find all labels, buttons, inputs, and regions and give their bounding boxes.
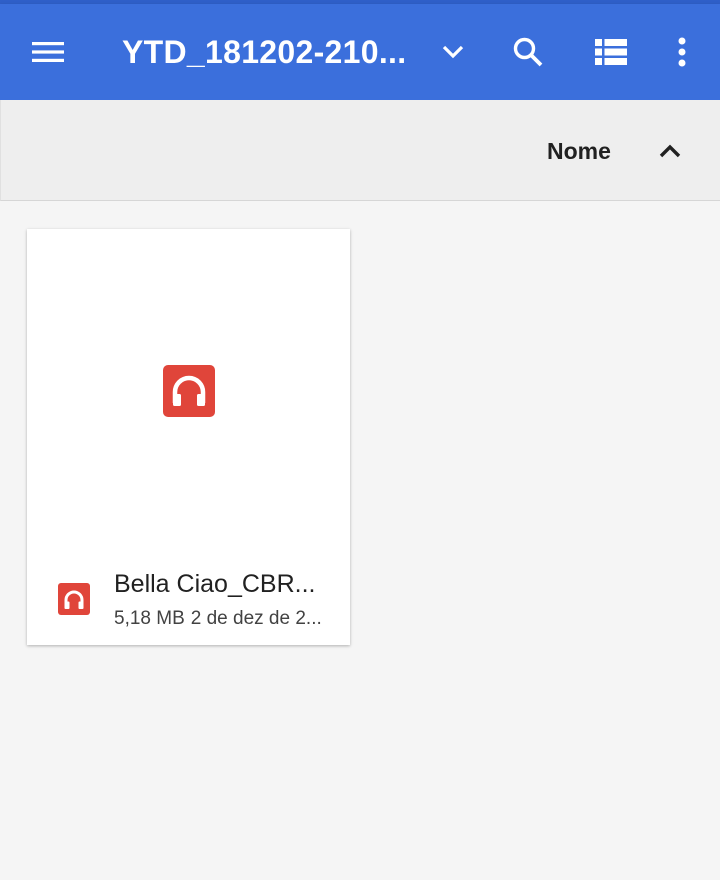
file-name: Bella Ciao_CBR... (114, 570, 316, 598)
folder-dropdown-button[interactable] (421, 4, 485, 100)
audio-headphones-icon (163, 365, 215, 417)
search-button[interactable] (496, 4, 560, 100)
audio-file-type-icon (58, 583, 90, 615)
sort-direction-button[interactable] (649, 130, 691, 172)
menu-button[interactable] (16, 4, 80, 100)
more-vert-icon (678, 37, 686, 67)
file-date: 2 de dez de 2... (190, 608, 322, 629)
file-thumbnail (27, 229, 350, 554)
folder-title[interactable]: YTD_181202-210... (122, 4, 422, 100)
list-view-icon (595, 39, 627, 65)
sort-by-name-button[interactable]: Nome (547, 100, 611, 201)
menu-icon (32, 42, 64, 62)
file-card[interactable]: Bella Ciao_CBR... 5,18 MB 2 de dez de 2..… (27, 229, 350, 645)
sort-bar: Nome (0, 100, 720, 201)
app-bar: YTD_181202-210... (0, 4, 720, 100)
file-size: 5,18 MB (114, 608, 185, 629)
chevron-up-icon (659, 144, 681, 158)
search-icon (513, 37, 543, 67)
more-options-button[interactable] (650, 4, 714, 100)
chevron-down-icon (442, 45, 464, 59)
list-view-button[interactable] (579, 4, 643, 100)
file-meta: 5,18 MB 2 de dez de 2... (114, 608, 340, 630)
